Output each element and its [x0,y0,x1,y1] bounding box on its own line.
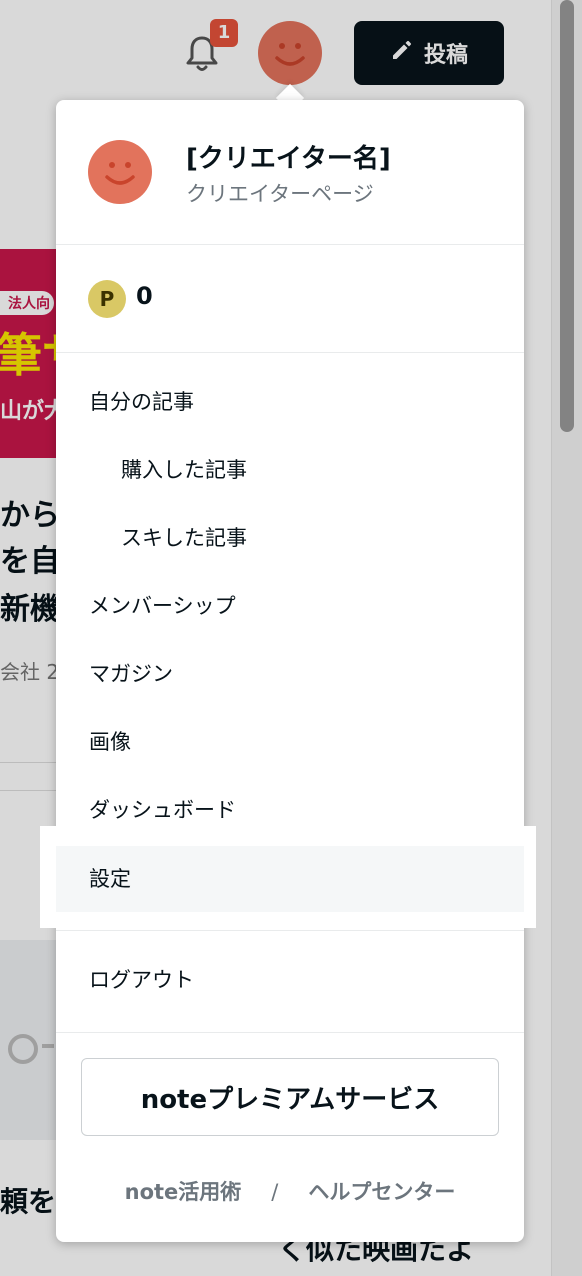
menu-item-images[interactable]: 画像 [56,712,524,772]
points-coin-icon: P [88,280,126,318]
footer-separator: / [271,1180,279,1204]
points-value: 0 [136,282,153,310]
menu-item-membership[interactable]: メンバーシップ [56,576,524,636]
account-menu: [クリエイター名] クリエイターページ P 0 自分の記事 購入した記事 スキし… [56,100,524,1242]
premium-service-button[interactable]: noteプレミアムサービス [81,1058,499,1136]
creator-name: [クリエイター名] [186,144,391,174]
divider [56,930,524,931]
menu-item-logout[interactable]: ログアウト [56,950,524,1010]
avatar [88,140,152,204]
divider [56,1032,524,1033]
menu-item-liked-articles[interactable]: スキした記事 [56,508,524,568]
help-center-link[interactable]: ヘルプセンター [308,1176,455,1206]
menu-item-settings[interactable]: 設定 [56,846,524,912]
menu-item-magazine[interactable]: マガジン [56,644,524,704]
creator-page-link: クリエイターページ [186,182,374,206]
note-tips-link[interactable]: note活用術 [125,1176,242,1206]
points-row[interactable]: P 0 [56,244,524,353]
menu-item-my-articles[interactable]: 自分の記事 [56,372,524,432]
menu-item-purchased-articles[interactable]: 購入した記事 [56,440,524,500]
menu-footer-links: note活用術 / ヘルプセンター [56,1176,524,1206]
menu-profile[interactable]: [クリエイター名] クリエイターページ [56,100,524,245]
